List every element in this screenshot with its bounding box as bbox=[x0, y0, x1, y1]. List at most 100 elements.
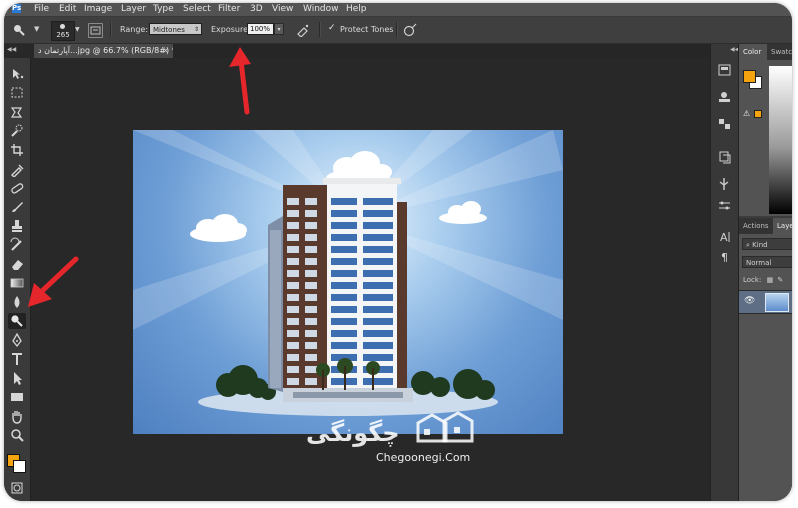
quick-select-tool-icon[interactable] bbox=[8, 123, 26, 139]
quick-mask-icon[interactable] bbox=[8, 480, 26, 496]
tool-presets-panel-icon[interactable] bbox=[716, 176, 733, 192]
exposure-slider-toggle[interactable]: ▾ bbox=[274, 23, 284, 35]
crop-tool-icon[interactable] bbox=[8, 142, 26, 158]
menu-filter[interactable]: Filter bbox=[218, 3, 240, 16]
pen-tool-icon[interactable] bbox=[8, 332, 26, 348]
layer-kind-label: Kind bbox=[752, 241, 768, 249]
panel-icon-dock: ◀◀ A ¶ bbox=[710, 44, 739, 501]
range-label: Range: bbox=[120, 25, 149, 34]
menu-edit[interactable]: Edit bbox=[59, 3, 76, 16]
document-image[interactable] bbox=[133, 130, 563, 434]
photoshop-window: Ps File Edit Image Layer Type Select Fil… bbox=[4, 3, 792, 501]
airbrush-icon[interactable] bbox=[296, 23, 309, 38]
eraser-tool-icon[interactable] bbox=[8, 256, 26, 272]
collapse-toolbox-icon[interactable]: ◀◀ bbox=[7, 46, 16, 53]
pressure-icon[interactable] bbox=[403, 23, 417, 37]
clone-source-panel-icon[interactable] bbox=[716, 149, 733, 165]
building-window bbox=[287, 210, 299, 217]
document-tab[interactable]: آپارتمان د...jpg @ 66.7% (RGB/8#) * × bbox=[34, 44, 173, 58]
building-window bbox=[363, 306, 393, 313]
building-window bbox=[331, 210, 357, 217]
building-window bbox=[287, 318, 299, 325]
building-window bbox=[331, 318, 357, 325]
color-panel-foreground-swatch[interactable] bbox=[743, 70, 756, 83]
brush-tool-icon[interactable] bbox=[8, 199, 26, 215]
building-window bbox=[331, 342, 357, 349]
building-window bbox=[305, 318, 317, 325]
building-window bbox=[331, 198, 357, 205]
building-window bbox=[287, 282, 299, 289]
marquee-tool-icon[interactable] bbox=[8, 85, 26, 101]
building-window bbox=[305, 378, 317, 385]
styles-panel-icon[interactable] bbox=[716, 116, 733, 132]
tab-layers[interactable]: Laye bbox=[773, 218, 792, 234]
background-color-swatch[interactable] bbox=[13, 460, 26, 473]
exposure-input[interactable]: 100% bbox=[247, 23, 274, 35]
history-brush-tool-icon[interactable] bbox=[8, 237, 26, 253]
menu-view[interactable]: View bbox=[272, 3, 293, 16]
menu-layer[interactable]: Layer bbox=[121, 3, 146, 16]
dodge-icon[interactable] bbox=[13, 24, 25, 36]
gamut-warning-swatch[interactable] bbox=[754, 110, 762, 118]
building-window bbox=[363, 210, 393, 217]
building-window bbox=[305, 234, 317, 241]
menu-select[interactable]: Select bbox=[183, 3, 211, 16]
toolbox bbox=[4, 58, 31, 501]
tab-actions[interactable]: Actions bbox=[739, 218, 773, 234]
tool-preset-arrow-icon[interactable]: ▼ bbox=[34, 25, 39, 33]
building-window bbox=[287, 366, 299, 373]
building-window bbox=[331, 246, 357, 253]
adjustments-panel-icon[interactable] bbox=[716, 89, 733, 105]
protect-tones-checkbox[interactable]: ✓ bbox=[328, 24, 337, 33]
hand-tool-icon[interactable] bbox=[8, 408, 26, 424]
gradient-tool-icon[interactable] bbox=[8, 275, 26, 291]
tab-color[interactable]: Color bbox=[739, 44, 767, 60]
paragraph-panel-icon[interactable]: ¶ bbox=[716, 249, 733, 265]
dodge-tool-icon[interactable] bbox=[8, 313, 26, 329]
building-window bbox=[287, 246, 299, 253]
layer-kind-filter[interactable]: ⌕ Kind bbox=[742, 238, 792, 250]
close-icon[interactable]: × bbox=[162, 44, 169, 58]
building-window bbox=[331, 294, 357, 301]
visibility-eye-icon[interactable]: 👁 bbox=[744, 296, 755, 306]
options-bar: ▼ 265 ▼ Range: Midtones ⇕ Exposure: 100%… bbox=[4, 17, 792, 44]
menu-help[interactable]: Help bbox=[346, 3, 367, 16]
building-window bbox=[363, 222, 393, 229]
move-tool-icon[interactable] bbox=[8, 66, 26, 82]
blur-tool-icon[interactable] bbox=[8, 294, 26, 310]
history-panel-icon[interactable] bbox=[716, 62, 733, 78]
menu-file[interactable]: File bbox=[34, 3, 49, 16]
menu-bar: Ps File Edit Image Layer Type Select Fil… bbox=[4, 3, 792, 17]
range-select[interactable]: Midtones ⇕ bbox=[149, 23, 202, 35]
tab-swatches[interactable]: Swatch bbox=[767, 44, 792, 60]
type-tool-icon[interactable] bbox=[8, 351, 26, 367]
building-window bbox=[287, 222, 299, 229]
building-window bbox=[363, 258, 393, 265]
healing-brush-tool-icon[interactable] bbox=[8, 180, 26, 196]
brush-panel-toggle-icon[interactable] bbox=[88, 23, 103, 38]
menu-image[interactable]: Image bbox=[84, 3, 112, 16]
lasso-tool-icon[interactable] bbox=[8, 104, 26, 120]
blend-mode-select[interactable]: Normal bbox=[742, 256, 792, 268]
building-window bbox=[287, 198, 299, 205]
menu-3d[interactable]: 3D bbox=[250, 3, 263, 16]
rectangle-tool-icon[interactable] bbox=[8, 389, 26, 405]
character-panel-icon[interactable]: A bbox=[716, 229, 733, 245]
svg-text:¶: ¶ bbox=[721, 251, 728, 264]
lock-transparency-icon[interactable]: ▦ bbox=[767, 276, 774, 284]
watermark-persian-text: چگونگی bbox=[306, 419, 400, 447]
menu-window[interactable]: Window bbox=[303, 3, 339, 16]
clone-stamp-tool-icon[interactable] bbox=[8, 218, 26, 234]
lock-pixels-icon[interactable]: ✎ bbox=[777, 276, 783, 284]
layer-row[interactable]: 👁 bbox=[739, 290, 792, 314]
building-window bbox=[305, 330, 317, 337]
brush-picker-arrow-icon[interactable]: ▼ bbox=[75, 26, 80, 33]
menu-type[interactable]: Type bbox=[153, 3, 174, 16]
building-window bbox=[331, 330, 357, 337]
path-select-tool-icon[interactable] bbox=[8, 370, 26, 386]
zoom-tool-icon[interactable] bbox=[8, 427, 26, 443]
color-spectrum[interactable] bbox=[769, 66, 792, 214]
brush-preset-picker[interactable]: 265 bbox=[51, 21, 75, 41]
eyedropper-tool-icon[interactable] bbox=[8, 161, 26, 177]
brush-presets-panel-icon[interactable] bbox=[716, 198, 733, 214]
